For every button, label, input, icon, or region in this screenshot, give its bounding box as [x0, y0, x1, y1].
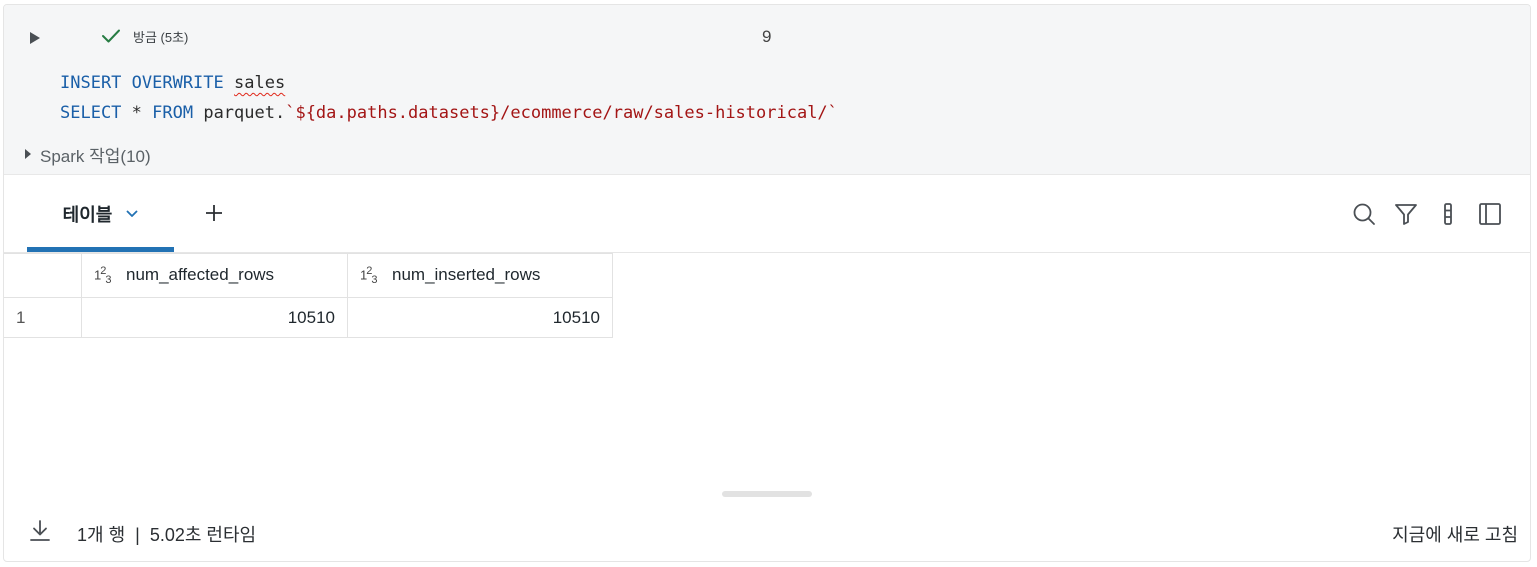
sidebar-panel-icon: [1479, 203, 1501, 225]
resize-handle[interactable]: [722, 491, 812, 497]
result-tab-bar: 테이블: [4, 175, 1530, 253]
run-cell-button[interactable]: [26, 29, 44, 47]
integer-type-icon: 123: [360, 265, 378, 286]
results-table: 123 num_affected_rows 123 num_inserted_r…: [4, 253, 613, 338]
spark-jobs-toggle[interactable]: Spark 작업(10): [24, 143, 151, 166]
result-footer: 1개 행 | 5.02초 런타임 지금에 새로 고침: [4, 513, 1530, 555]
download-button[interactable]: [28, 519, 52, 543]
result-stats: 1개 행 | 5.02초 런타임: [77, 521, 256, 547]
code-line-2: SELECT * FROM parquet.`${da.paths.datase…: [60, 98, 838, 128]
table-header-row: 123 num_affected_rows 123 num_inserted_r…: [4, 253, 613, 298]
plus-icon: [206, 205, 222, 221]
runtime: 5.02초 런타임: [149, 525, 257, 545]
tab-table-label: 테이블: [62, 205, 113, 225]
code-keyword: FROM: [152, 103, 194, 123]
checkmark-icon: [102, 29, 120, 43]
search-button[interactable]: [1351, 201, 1377, 227]
download-icon: [30, 520, 50, 541]
column-header-num-affected-rows[interactable]: 123 num_affected_rows: [81, 253, 348, 298]
column-header-label: num_inserted_rows: [392, 265, 541, 285]
line-count: 9: [762, 27, 772, 46]
notebook-cell: 방금 (5초) 9 INSERT OVERWRITE sales SELECT *…: [3, 4, 1531, 562]
row-count: 1개 행: [77, 525, 126, 545]
run-status-text: 방금 (5초): [133, 29, 189, 45]
column-icon: [1444, 203, 1452, 225]
tab-table[interactable]: 테이블: [27, 175, 174, 253]
run-status: 방금 (5초): [101, 25, 188, 47]
active-tab-indicator: [27, 247, 174, 252]
toggle-sidebar-button[interactable]: [1477, 201, 1503, 227]
caret-right-icon: [25, 149, 31, 159]
filter-icon: [1395, 204, 1417, 225]
column-settings-button[interactable]: [1435, 201, 1461, 227]
integer-type-icon: 123: [94, 265, 112, 286]
column-header-num-inserted-rows[interactable]: 123 num_inserted_rows: [347, 253, 613, 298]
code-keyword: INSERT OVERWRITE: [60, 73, 224, 93]
search-icon: [1353, 203, 1375, 225]
spark-jobs-label: Spark 작업(10): [40, 146, 151, 166]
play-icon: [30, 32, 40, 44]
code-operator: *: [121, 103, 153, 123]
add-tab-button[interactable]: [202, 201, 226, 225]
stats-separator: |: [135, 525, 140, 545]
cell-code-area: 방금 (5초) 9 INSERT OVERWRITE sales SELECT *…: [4, 5, 1530, 175]
index-header: [4, 253, 82, 298]
chevron-down-icon[interactable]: [126, 210, 138, 218]
code-plain: parquet.: [193, 103, 286, 123]
table-cell[interactable]: 10510: [347, 297, 613, 338]
table-row: 1 10510 10510: [4, 297, 613, 338]
table-cell[interactable]: 10510: [81, 297, 348, 338]
row-index: 1: [4, 297, 82, 338]
code-line-1: INSERT OVERWRITE sales: [60, 68, 838, 98]
code-editor[interactable]: INSERT OVERWRITE sales SELECT * FROM parq…: [60, 68, 838, 128]
filter-button[interactable]: [1393, 201, 1419, 227]
code-identifier: sales: [234, 73, 286, 93]
refresh-status[interactable]: 지금에 새로 고침: [1392, 521, 1518, 547]
code-keyword: SELECT: [60, 103, 122, 123]
code-string: `${da.paths.datasets}/ecommerce/raw/sale…: [285, 103, 838, 123]
column-header-label: num_affected_rows: [126, 265, 275, 285]
